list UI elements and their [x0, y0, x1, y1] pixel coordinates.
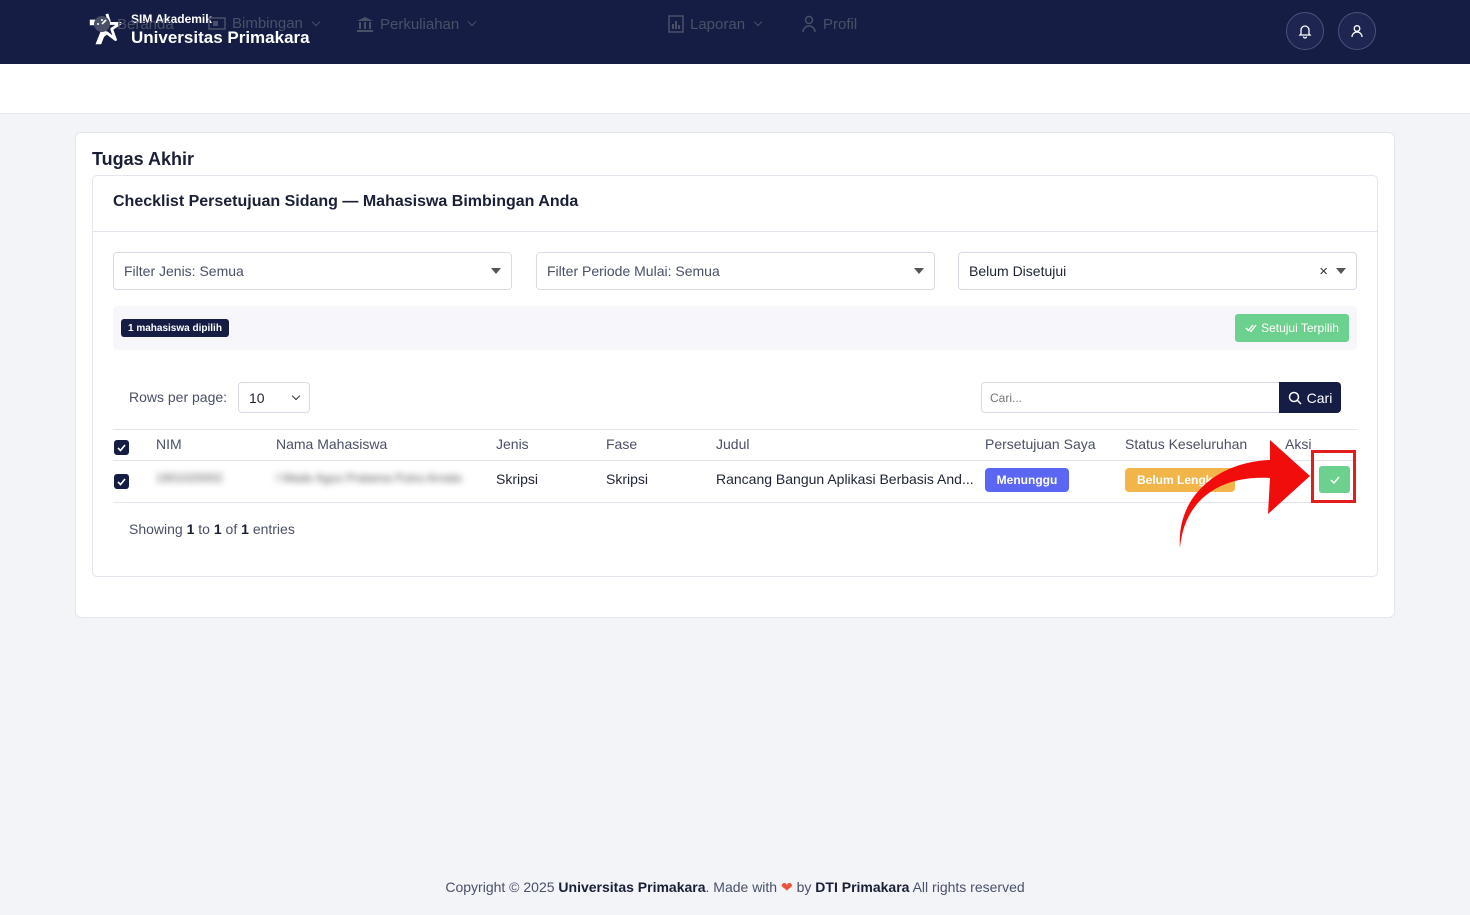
column-header-persetujuan[interactable]: Persetujuan Saya [985, 436, 1096, 452]
select-all-checkbox[interactable] [114, 440, 129, 455]
nav-label: Profil [823, 15, 858, 33]
red-arrow-annotation [1179, 440, 1310, 548]
search-button[interactable]: Cari [1279, 382, 1341, 413]
dashboard-icon [94, 16, 110, 32]
approval-status-badge: Menunggu [985, 468, 1069, 492]
heart-icon: ❤ [780, 879, 793, 895]
column-header-fase[interactable]: Fase [606, 436, 637, 452]
footer: Copyright © 2025 Universitas Primakara. … [0, 879, 1470, 896]
approve-selected-button[interactable]: Setujui Terpilih [1235, 314, 1349, 342]
nav-label: Perkuliahan [380, 15, 460, 33]
filter-status-select[interactable]: Belum Disetujui × [958, 252, 1357, 290]
nav-label: Tugas Akhir [535, 15, 621, 32]
notifications-button[interactable] [1286, 12, 1324, 50]
table-top-border [113, 429, 1357, 430]
filter-status-value: Belum Disetujui [969, 263, 1067, 279]
info-to-word: to [198, 521, 210, 537]
column-header-jenis[interactable]: Jenis [496, 436, 529, 452]
check-icon [117, 477, 126, 486]
highlight-box-annotation [1311, 450, 1356, 503]
caret-down-icon [1336, 268, 1346, 274]
search-icon [1288, 391, 1302, 405]
chevron-down-icon [291, 391, 301, 400]
chevron-down-icon [311, 17, 321, 26]
chevron-down-icon [628, 17, 638, 26]
footer-team[interactable]: DTI Primakara [815, 879, 909, 895]
info-from: 1 [186, 521, 195, 537]
nav-tugas-akhir[interactable]: Tugas Akhir [510, 15, 638, 32]
chevron-down-icon [753, 17, 763, 27]
info-suffix: entries [252, 521, 295, 537]
clear-icon[interactable]: × [1319, 263, 1328, 280]
info-prefix: Showing [129, 521, 183, 537]
divider [93, 231, 1377, 232]
rows-per-page-value: 10 [249, 389, 265, 406]
table-info: Showing 1 to 1 of 1 entries [129, 521, 295, 537]
caret-down-icon [914, 268, 924, 274]
cell-fase: Skripsi [606, 471, 649, 487]
nav-label: Laporan [690, 15, 746, 33]
filter-jenis-select[interactable]: Filter Jenis: Semua [113, 252, 512, 290]
caret-down-icon [491, 268, 501, 274]
info-to: 1 [213, 521, 222, 537]
cell-jenis: Skripsi [496, 471, 539, 487]
nav-perkuliahan[interactable]: Perkuliahan [356, 15, 477, 33]
nav-bimbingan[interactable]: Bimbingan [208, 15, 321, 32]
cell-judul: Rancang Bangun Aplikasi Berbasis And... [716, 471, 974, 487]
main-nav [0, 64, 1470, 114]
selection-bar [113, 306, 1357, 350]
user-menu-button[interactable] [1338, 12, 1376, 50]
rows-per-page-label: Rows per page: [129, 389, 228, 405]
search-input[interactable] [981, 382, 1279, 413]
page-title: Tugas Akhir [92, 149, 195, 169]
footer-made: . Made with [705, 879, 778, 895]
report-icon [668, 15, 684, 33]
selected-count-badge: 1 mahasiswa dipilih [121, 319, 229, 337]
check-icon [117, 443, 126, 452]
graduation-cap-icon [510, 17, 529, 29]
cell-nama: I Made Agus Pratama Putra Arnata [276, 471, 462, 485]
column-header-nama[interactable]: Nama Mahasiswa [276, 436, 387, 452]
footer-org[interactable]: Universitas Primakara [558, 879, 705, 895]
nav-beranda[interactable]: Beranda [93, 15, 174, 33]
bell-icon [1298, 25, 1312, 39]
filter-jenis-value: Filter Jenis: Semua [124, 263, 244, 279]
footer-by: by [796, 879, 812, 895]
filter-periode-select[interactable]: Filter Periode Mulai: Semua [536, 252, 935, 290]
nav-laporan[interactable]: Laporan [668, 15, 763, 33]
double-check-icon [1245, 324, 1257, 333]
rows-per-page-select[interactable]: 10 [238, 382, 310, 413]
row-checkbox[interactable] [114, 474, 129, 489]
search-button-label: Cari [1306, 389, 1333, 406]
nav-label: Beranda [117, 15, 174, 33]
info-total: 1 [241, 521, 249, 537]
board-icon [208, 16, 226, 30]
card-title: Checklist Persetujuan Sidang — Mahasiswa… [113, 193, 579, 210]
approve-selected-label: Setujui Terpilih [1261, 321, 1339, 335]
nav-profil[interactable]: Profil [801, 15, 857, 33]
info-of-word: of [225, 521, 238, 537]
column-header-judul[interactable]: Judul [716, 436, 749, 452]
footer-rights: All rights reserved [912, 879, 1025, 895]
filter-periode-value: Filter Periode Mulai: Semua [547, 263, 720, 279]
user-icon [802, 15, 816, 33]
chevron-down-icon [467, 17, 477, 27]
building-icon [357, 17, 373, 32]
cell-nim: 1901020002 [156, 471, 223, 485]
footer-copyright: Copyright © 2025 [445, 879, 555, 895]
nav-label: Bimbingan [232, 15, 303, 32]
user-icon [1351, 25, 1363, 38]
column-header-nim[interactable]: NIM [156, 436, 182, 452]
